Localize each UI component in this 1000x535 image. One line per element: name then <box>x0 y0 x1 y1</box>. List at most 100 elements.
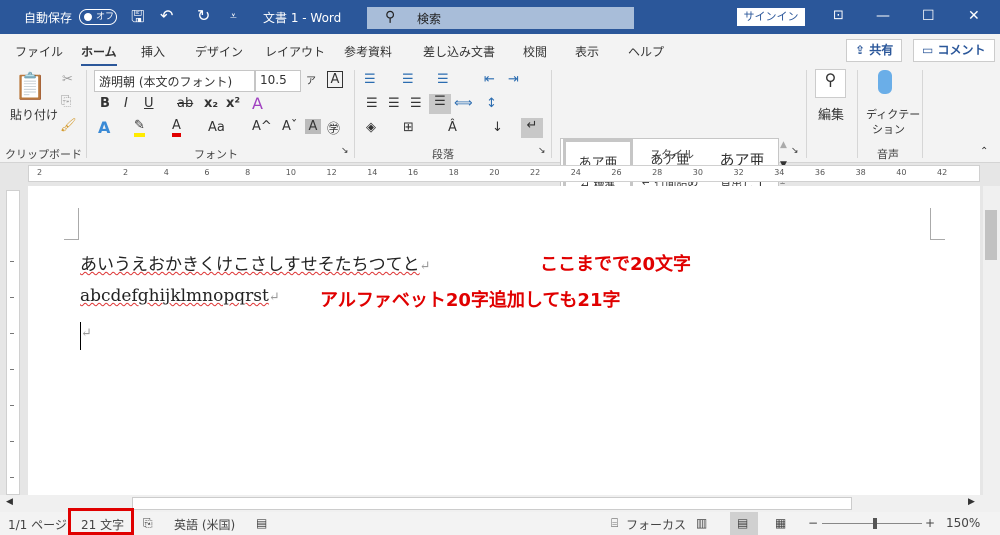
focus-mode[interactable]: フォーカス <box>626 516 686 533</box>
ribbon-display-icon[interactable]: ⊡ <box>833 8 844 23</box>
phonetic-guide-icon[interactable]: ア <box>306 72 316 87</box>
grow-font-icon[interactable]: A^ <box>252 119 272 134</box>
line-spacing-icon[interactable]: ↕ <box>486 96 497 111</box>
superscript-icon[interactable]: x² <box>226 96 240 111</box>
font-color-icon[interactable]: A <box>172 118 181 137</box>
multilevel-list-icon[interactable]: ☰ <box>437 72 449 87</box>
proofing-icon[interactable]: ⎘ <box>143 516 153 531</box>
web-layout-icon[interactable]: ▦ <box>775 516 786 530</box>
customize-qat-icon[interactable]: ⩡ <box>230 9 237 24</box>
undo-icon[interactable]: ↶ <box>160 6 173 25</box>
bold-icon[interactable]: B <box>100 96 110 111</box>
tab-review[interactable]: 校閲 <box>523 43 547 60</box>
tab-mailings[interactable]: 差し込み文書 <box>423 43 495 60</box>
shading-icon[interactable]: ◈ <box>366 120 376 135</box>
zoom-out-button[interactable]: − <box>808 516 818 530</box>
format-painter-icon[interactable]: 🖌 <box>60 118 77 133</box>
share-button[interactable]: ⇪ 共有 <box>846 39 903 62</box>
word-count[interactable]: 21 文字 <box>68 508 134 535</box>
align-center-icon[interactable]: ☰ <box>388 96 400 111</box>
shrink-font-icon[interactable]: Aˇ <box>282 119 297 134</box>
minimize-icon[interactable]: — <box>876 8 890 24</box>
accessibility-icon[interactable]: ▤ <box>256 516 267 530</box>
highlight-icon[interactable]: ✎ <box>134 118 145 137</box>
tab-references[interactable]: 参考資料 <box>344 43 392 60</box>
char-spacing-icon[interactable]: Â <box>448 120 457 135</box>
tab-layout[interactable]: レイアウト <box>265 43 325 60</box>
document-line-3-cursor[interactable]: ↵ <box>80 322 92 350</box>
comment-button[interactable]: ▭ コメント <box>913 39 995 62</box>
redo-icon[interactable]: ↻ <box>197 6 210 25</box>
tab-design[interactable]: デザイン <box>195 43 243 60</box>
styles-scroll-up-icon[interactable]: ▲ <box>780 140 787 150</box>
editing-button[interactable]: 編集 <box>818 104 844 123</box>
paste-icon[interactable]: 📋 <box>14 72 46 102</box>
dictate-button-line2[interactable]: ション <box>872 121 905 137</box>
vertical-scroll-thumb[interactable] <box>985 210 997 260</box>
page-count[interactable]: 1/1 ページ <box>8 516 67 533</box>
autosave-toggle[interactable]: オフ <box>79 9 117 25</box>
align-left-icon[interactable]: ☰ <box>366 96 378 111</box>
cut-icon[interactable]: ✂ <box>62 72 73 87</box>
text-effects-icon[interactable]: A <box>98 118 110 137</box>
horizontal-scrollbar[interactable]: ◀ ▶ <box>0 495 1000 512</box>
show-marks-icon[interactable]: ↵ <box>521 118 543 138</box>
tab-home[interactable]: ホーム <box>81 43 117 67</box>
change-case-icon[interactable]: Aa <box>208 120 225 135</box>
strikethrough-icon[interactable]: ab <box>177 96 193 111</box>
char-border-icon[interactable]: A <box>327 71 343 88</box>
tab-help[interactable]: ヘルプ <box>628 43 664 60</box>
horizontal-scroll-thumb[interactable] <box>132 497 852 510</box>
read-mode-icon[interactable]: ▥ <box>696 516 707 530</box>
increase-indent-icon[interactable]: ⇥ <box>508 72 519 87</box>
microphone-icon[interactable] <box>878 70 892 94</box>
zoom-level[interactable]: 150% <box>946 516 980 530</box>
distributed-icon[interactable]: ⟺ <box>454 96 473 111</box>
styles-dialog-launcher-icon[interactable]: ↘ <box>791 146 799 156</box>
scroll-left-icon[interactable]: ◀ <box>6 497 13 507</box>
zoom-slider-thumb[interactable] <box>873 518 877 529</box>
language[interactable]: 英語 (米国) <box>174 516 235 533</box>
borders-icon[interactable]: ⊞ <box>403 120 414 135</box>
font-name-select[interactable]: 游明朝 (本文のフォント) <box>94 70 255 92</box>
vertical-ruler[interactable] <box>6 190 20 514</box>
find-icon[interactable]: ⚲ <box>815 69 846 98</box>
document-line-2[interactable]: abcdefghijklmnopqrst↵ <box>80 286 280 306</box>
tab-insert[interactable]: 挿入 <box>141 43 165 60</box>
maximize-icon[interactable]: ☐ <box>922 8 935 24</box>
paragraph-dialog-launcher-icon[interactable]: ↘ <box>538 146 546 156</box>
zoom-slider[interactable] <box>822 523 922 524</box>
align-right-icon[interactable]: ☰ <box>410 96 422 111</box>
search-box[interactable]: ⚲ 検索 <box>367 7 634 29</box>
underline-icon[interactable]: U <box>144 96 154 111</box>
tab-view[interactable]: 表示 <box>575 43 599 60</box>
document-line-1[interactable]: あいうえおかきくけこさしすせそたちつてと↵ <box>80 250 431 275</box>
save-icon[interactable]: 🖫 <box>131 6 145 33</box>
copy-icon[interactable]: ⎘ <box>61 94 71 109</box>
numbering-icon[interactable]: ☰ <box>402 72 414 87</box>
bullets-icon[interactable]: ☰ <box>364 72 376 87</box>
document-page[interactable]: あいうえおかきくけこさしすせそたちつてと↵ ここまでで20文字 abcdefgh… <box>28 186 980 495</box>
font-size-select[interactable]: 10.5 <box>255 70 301 92</box>
dictate-button[interactable]: ディクテー <box>866 106 920 122</box>
sort-icon[interactable]: ↓ <box>492 120 503 135</box>
vertical-scrollbar[interactable] <box>983 186 1000 495</box>
print-layout-icon[interactable]: ▤ <box>730 512 758 535</box>
close-icon[interactable]: ✕ <box>968 8 980 24</box>
italic-icon[interactable]: I <box>124 96 128 111</box>
horizontal-ruler[interactable]: 2 2 4 6 8 10 12 14 16 18 20 22 24 26 28 30 32 34 36 38 40 42 <box>28 165 980 182</box>
tab-file[interactable]: ファイル <box>15 43 63 60</box>
signin-button[interactable]: サインイン <box>737 8 805 26</box>
focus-icon[interactable]: ⌸ <box>611 516 618 531</box>
subscript-icon[interactable]: x₂ <box>204 96 218 111</box>
clear-formatting-icon[interactable]: A <box>252 94 263 113</box>
zoom-in-button[interactable]: + <box>925 516 935 530</box>
collapse-ribbon-icon[interactable]: ⌃ <box>980 146 988 157</box>
enclose-chars-icon[interactable]: ㊫ <box>327 118 340 137</box>
decrease-indent-icon[interactable]: ⇤ <box>484 72 495 87</box>
scroll-right-icon[interactable]: ▶ <box>968 497 975 507</box>
justify-icon[interactable]: ☰ <box>429 94 451 114</box>
paste-button[interactable]: 貼り付け <box>10 106 58 123</box>
font-dialog-launcher-icon[interactable]: ↘ <box>341 146 349 156</box>
char-shading-icon[interactable]: A <box>305 119 321 134</box>
